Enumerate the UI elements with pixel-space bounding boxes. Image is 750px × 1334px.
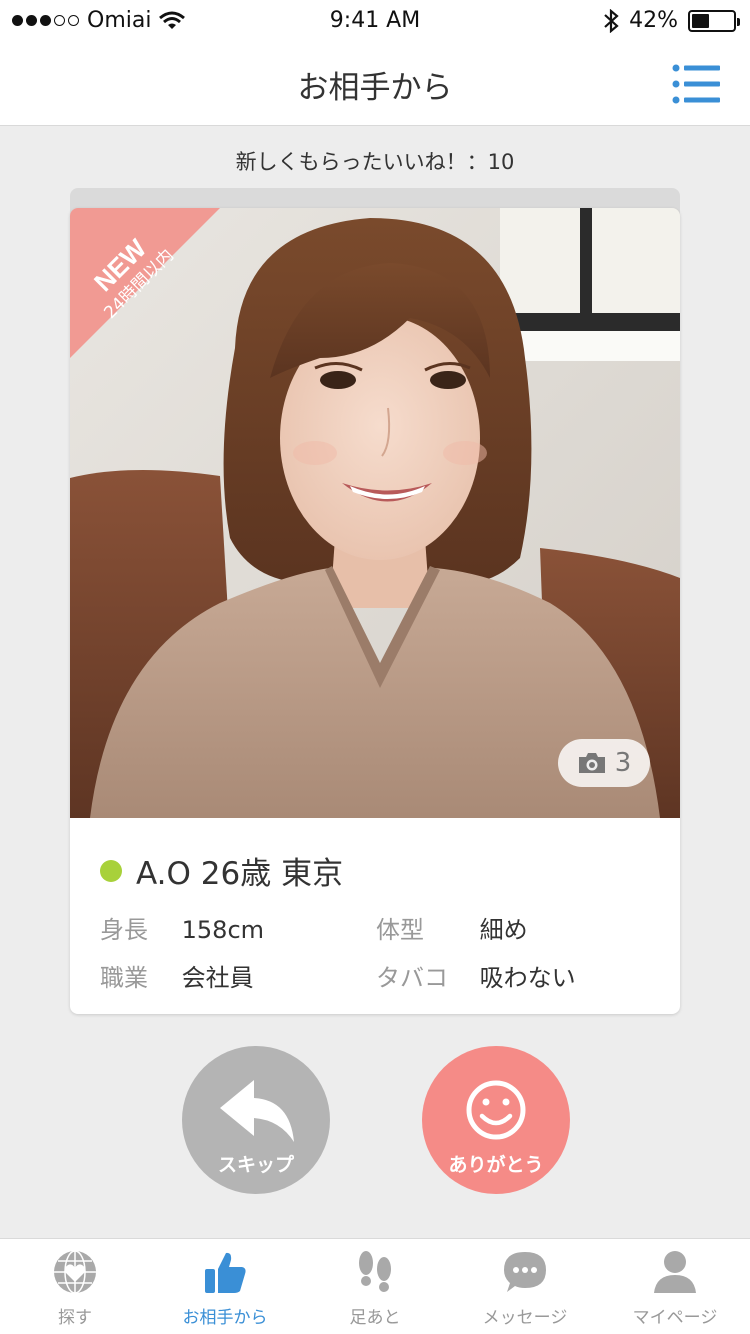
- tab-bar: 探す お相手から 足あと メッセージ マイページ: [0, 1238, 750, 1334]
- thumbs-up-icon: [205, 1252, 246, 1293]
- tab-label: お相手から: [182, 1308, 268, 1328]
- tab-mypage[interactable]: マイページ: [600, 1239, 750, 1334]
- profile-info: A.O 26歳 東京 身長 158cm 体型 細め 職業 会社員 タバコ 吸わな…: [70, 818, 680, 1014]
- battery-percent: 42%: [629, 8, 678, 33]
- tab-label: メッセージ: [482, 1308, 568, 1328]
- bluetooth-icon: [604, 8, 619, 33]
- attr-height: 身長 158cm: [100, 916, 265, 944]
- chat-bubble-icon: [504, 1252, 546, 1292]
- new-badge: NEW 24時間以内: [70, 208, 220, 358]
- profile-card[interactable]: NEW 24時間以内 3 A.O 26歳 東京 身長 158cm 体型 細め 職…: [70, 208, 680, 1014]
- profile-name: A.O 26歳 東京: [136, 856, 344, 892]
- likes-summary: 新しくもらったいいね！：10: [235, 150, 515, 174]
- globe-heart-icon: [54, 1250, 96, 1294]
- thanks-label: ありがとう: [448, 1154, 544, 1176]
- attr-occupation: 職業 会社員: [100, 964, 254, 992]
- nav-bar: お相手から: [0, 40, 750, 126]
- skip-label: スキップ: [217, 1154, 294, 1176]
- profile-photo[interactable]: NEW 24時間以内 3: [70, 208, 680, 818]
- list-icon[interactable]: [672, 64, 720, 104]
- tab-label: 探す: [58, 1308, 92, 1328]
- tab-search[interactable]: 探す: [0, 1239, 150, 1334]
- tab-likes-received[interactable]: お相手から: [150, 1239, 300, 1334]
- footprints-icon: [359, 1251, 391, 1292]
- status-right: 42%: [603, 8, 740, 33]
- name-row: A.O 26歳 東京: [100, 848, 343, 893]
- tab-messages[interactable]: メッセージ: [450, 1239, 600, 1334]
- tab-label: マイページ: [632, 1308, 718, 1328]
- photo-count-badge[interactable]: 3: [558, 739, 650, 787]
- tab-footprints[interactable]: 足あと: [300, 1239, 450, 1334]
- online-status-dot: [100, 859, 122, 882]
- battery-icon: [688, 9, 740, 32]
- attr-body-type: 体型 細め: [376, 916, 528, 944]
- camera-icon: [578, 753, 605, 773]
- skip-button[interactable]: スキップ: [182, 1046, 330, 1194]
- tab-label: 足あと: [349, 1308, 401, 1328]
- page-title: お相手から: [297, 70, 453, 106]
- thanks-button[interactable]: ありがとう: [422, 1046, 570, 1194]
- photo-count: 3: [614, 748, 632, 778]
- person-icon: [654, 1251, 696, 1293]
- status-bar: Omiai 9:41 AM 42%: [0, 0, 750, 40]
- attr-smoking: タバコ 吸わない: [376, 964, 576, 992]
